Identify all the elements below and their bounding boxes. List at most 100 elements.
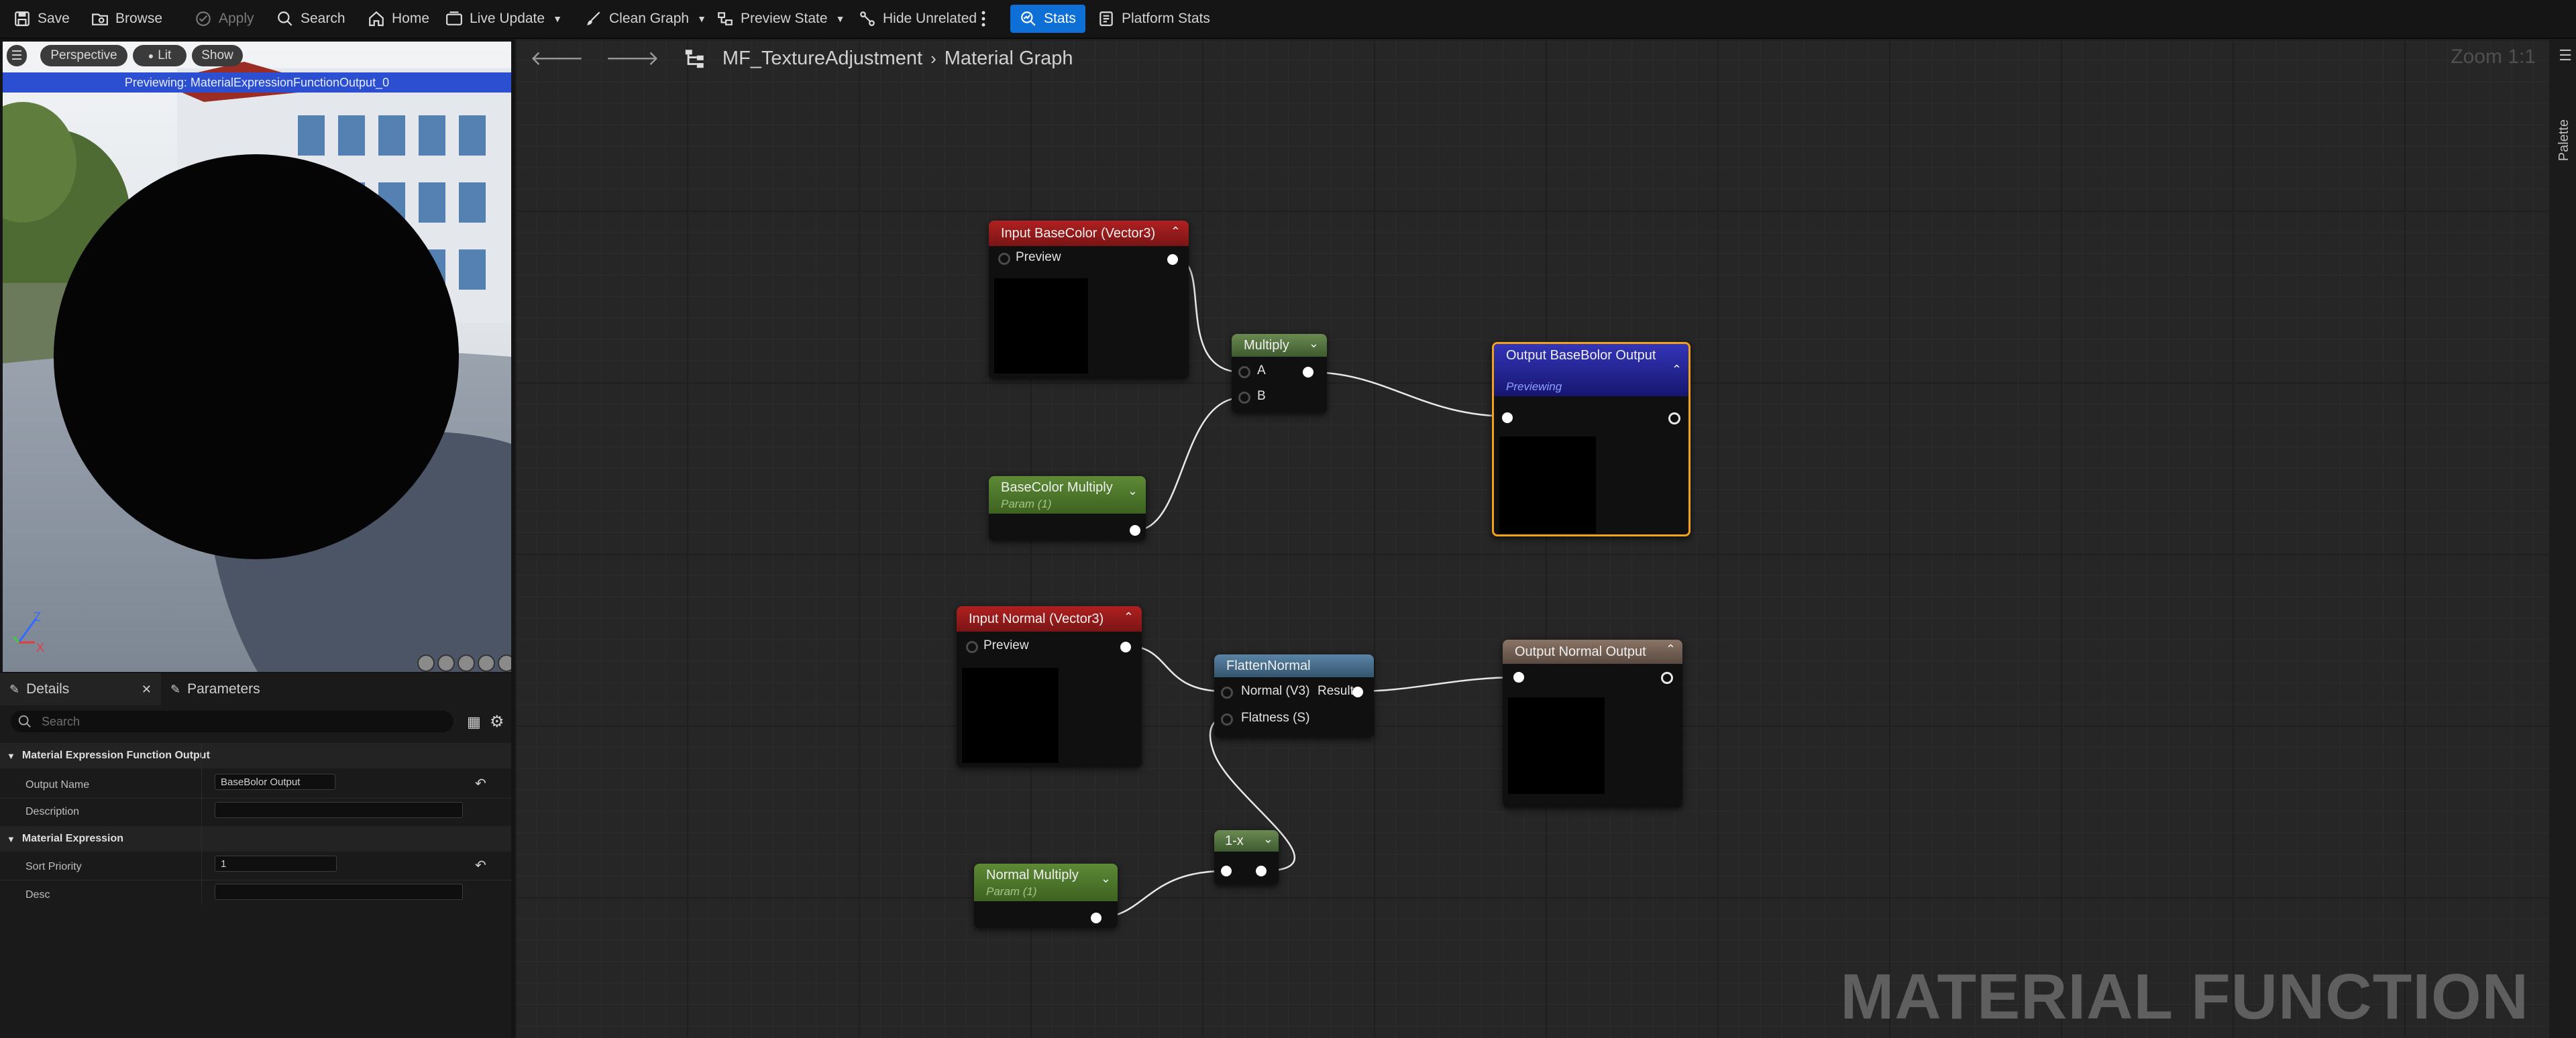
palette-menu-icon[interactable]: ☰ <box>2559 47 2572 64</box>
node-subtitle: Param (1) <box>986 885 1037 898</box>
input-pin[interactable] <box>1513 672 1524 683</box>
folder-icon <box>92 13 108 25</box>
reset-to-default-icon[interactable]: ↶ <box>475 775 486 792</box>
show-button[interactable]: Show <box>192 45 243 66</box>
input-b-pin[interactable] <box>1238 392 1250 404</box>
node-title: Input BaseColor (Vector3) <box>1001 225 1156 241</box>
chevron-up-icon[interactable]: ⌃ <box>1672 363 1682 377</box>
chevron-up-icon[interactable]: ⌃ <box>1666 642 1676 656</box>
preview-pin[interactable] <box>966 641 978 653</box>
save-button[interactable]: Save <box>13 4 70 34</box>
flatness-input-pin[interactable] <box>1221 713 1233 726</box>
output-pin[interactable] <box>1303 367 1313 378</box>
output-name-field[interactable]: BaseBolor Output <box>215 774 335 790</box>
apply-button[interactable]: Apply <box>195 4 254 34</box>
category-function-output[interactable]: ▼ Material Expression Function Output <box>0 743 511 768</box>
output-pin[interactable] <box>1256 866 1267 876</box>
node-multiply[interactable]: Multiply ⌄ A B <box>1232 334 1327 413</box>
chevron-up-icon[interactable]: ⌃ <box>1124 610 1134 624</box>
browse-button[interactable]: Browse <box>91 4 162 34</box>
settings-gear-icon[interactable]: ⚙ <box>490 712 504 732</box>
description-field[interactable] <box>215 802 463 818</box>
normal-input-pin[interactable] <box>1221 687 1233 699</box>
node-basecolor-multiply-param[interactable]: BaseColor Multiply Param (1) ⌄ <box>989 476 1146 540</box>
input-a-pin[interactable] <box>1238 366 1250 378</box>
table-view-icon[interactable]: ▦ <box>467 713 481 731</box>
plane-shape-icon[interactable] <box>458 654 475 672</box>
tab-parameters[interactable]: ✎ Parameters <box>170 673 260 705</box>
node-input-normal-header[interactable]: Input Normal (Vector3) <box>957 606 1142 632</box>
chevron-down-icon[interactable]: ⌄ <box>1101 872 1111 886</box>
node-normal-multiply-param[interactable]: Normal Multiply Param (1) ⌄ <box>974 864 1118 928</box>
preview-state-label: Preview State <box>741 11 828 26</box>
stats-button[interactable]: Stats <box>1010 5 1085 33</box>
sort-priority-field[interactable]: 1 <box>215 856 337 872</box>
chevron-down-icon[interactable]: ⌄ <box>1263 832 1273 846</box>
output-pin[interactable] <box>1661 672 1673 684</box>
category-material-expression[interactable]: ▼ Material Expression <box>0 826 511 852</box>
clean-graph-dropdown[interactable]: Clean Graph ▼ <box>585 4 706 34</box>
desc-label: Desc <box>25 889 50 901</box>
home-icon <box>369 11 384 26</box>
node-one-minus[interactable]: 1-x ⌄ <box>1214 830 1279 885</box>
palette-tab-label[interactable]: Palette <box>2557 119 2572 161</box>
preview-pin[interactable] <box>998 253 1010 265</box>
reset-to-default-icon[interactable]: ↶ <box>475 857 486 874</box>
previewing-banner: Previewing: MaterialExpressionFunctionOu… <box>3 72 511 93</box>
output-pin[interactable] <box>1120 642 1131 652</box>
search-icon <box>18 715 31 728</box>
palette-sidebar[interactable]: ☰ Palette <box>2549 39 2576 1038</box>
cube-shape-icon[interactable] <box>478 654 495 672</box>
node-input-basecolor[interactable]: Input BaseColor (Vector3) ⌃ Preview <box>989 221 1189 379</box>
sort-priority-value: 1 <box>221 858 227 870</box>
chevron-down-icon: ▼ <box>553 13 562 24</box>
node-preview-thumbnail <box>1499 437 1596 533</box>
search-button[interactable]: Search <box>276 4 345 34</box>
output-pin[interactable] <box>1130 525 1140 536</box>
output-pin[interactable] <box>1167 254 1178 265</box>
lit-button[interactable]: ● Lit <box>133 45 186 66</box>
output-pin[interactable] <box>1091 913 1102 923</box>
chevron-down-icon[interactable]: ⌄ <box>1128 484 1138 498</box>
preview-viewport[interactable]: ☰ Perspective ● Lit Show Previewing: Mate… <box>3 42 511 672</box>
material-graph-canvas[interactable]: 🡐 🡒 MF_TextureAdjustment › Material Grap… <box>515 39 2576 1038</box>
live-update-dropdown[interactable]: Live Update ▼ <box>445 4 562 34</box>
home-button[interactable]: Home <box>368 4 429 34</box>
chevron-down-icon[interactable]: ⌄ <box>1309 337 1319 351</box>
viewport-menu-icon[interactable]: ☰ <box>7 45 27 66</box>
input-a-label: A <box>1257 363 1266 378</box>
node-output-normal[interactable]: Output Normal Output ⌃ <box>1503 640 1682 807</box>
node-subtitle: Param (1) <box>1001 498 1052 510</box>
platform-stats-button[interactable]: Platform Stats <box>1097 4 1210 34</box>
tab-details[interactable]: ✎ Details ✕ <box>0 673 161 705</box>
node-input-normal[interactable]: Input Normal (Vector3) ⌃ Preview <box>957 606 1142 767</box>
input-pin[interactable] <box>1221 866 1232 876</box>
node-output-basebolor[interactable]: Output BaseBolor Output Previewing ⌃ <box>1492 342 1690 536</box>
hide-unrelated-button[interactable]: Hide Unrelated <box>859 4 977 34</box>
close-icon[interactable]: ✕ <box>142 683 152 697</box>
perspective-label: Perspective <box>50 48 117 62</box>
result-output-pin[interactable] <box>1352 687 1363 697</box>
cylinder-shape-icon[interactable] <box>417 654 435 672</box>
sphere-shape-icon[interactable] <box>437 654 455 672</box>
tab-parameters-label: Parameters <box>187 681 260 697</box>
result-output-label: Result <box>1318 684 1354 698</box>
desc-field[interactable] <box>215 884 463 900</box>
perspective-button[interactable]: Perspective <box>40 45 127 66</box>
preview-state-dropdown[interactable]: Preview State ▼ <box>716 4 845 34</box>
more-options-icon[interactable] <box>981 4 986 34</box>
node-output-normal-header[interactable]: Output Normal Output <box>1503 640 1682 664</box>
node-input-basecolor-header[interactable]: Input BaseColor (Vector3) <box>989 221 1189 246</box>
output-pin[interactable] <box>1668 412 1680 424</box>
chevron-down-icon: ▼ <box>835 13 845 24</box>
input-pin[interactable] <box>1502 412 1513 423</box>
node-flatten-normal-header[interactable]: FlattenNormal <box>1214 654 1374 677</box>
teapot-shape-icon[interactable] <box>498 654 511 672</box>
node-flatten-normal[interactable]: FlattenNormal Normal (V3) Result Flatnes… <box>1214 654 1374 738</box>
details-search-input[interactable]: Search <box>11 711 453 732</box>
chevron-up-icon[interactable]: ⌃ <box>1171 225 1181 239</box>
pencil-icon: ✎ <box>9 682 20 696</box>
node-preview-thumbnail <box>962 668 1059 763</box>
apply-label: Apply <box>219 11 254 26</box>
wire-param-to-multiply-b <box>1134 396 1243 532</box>
